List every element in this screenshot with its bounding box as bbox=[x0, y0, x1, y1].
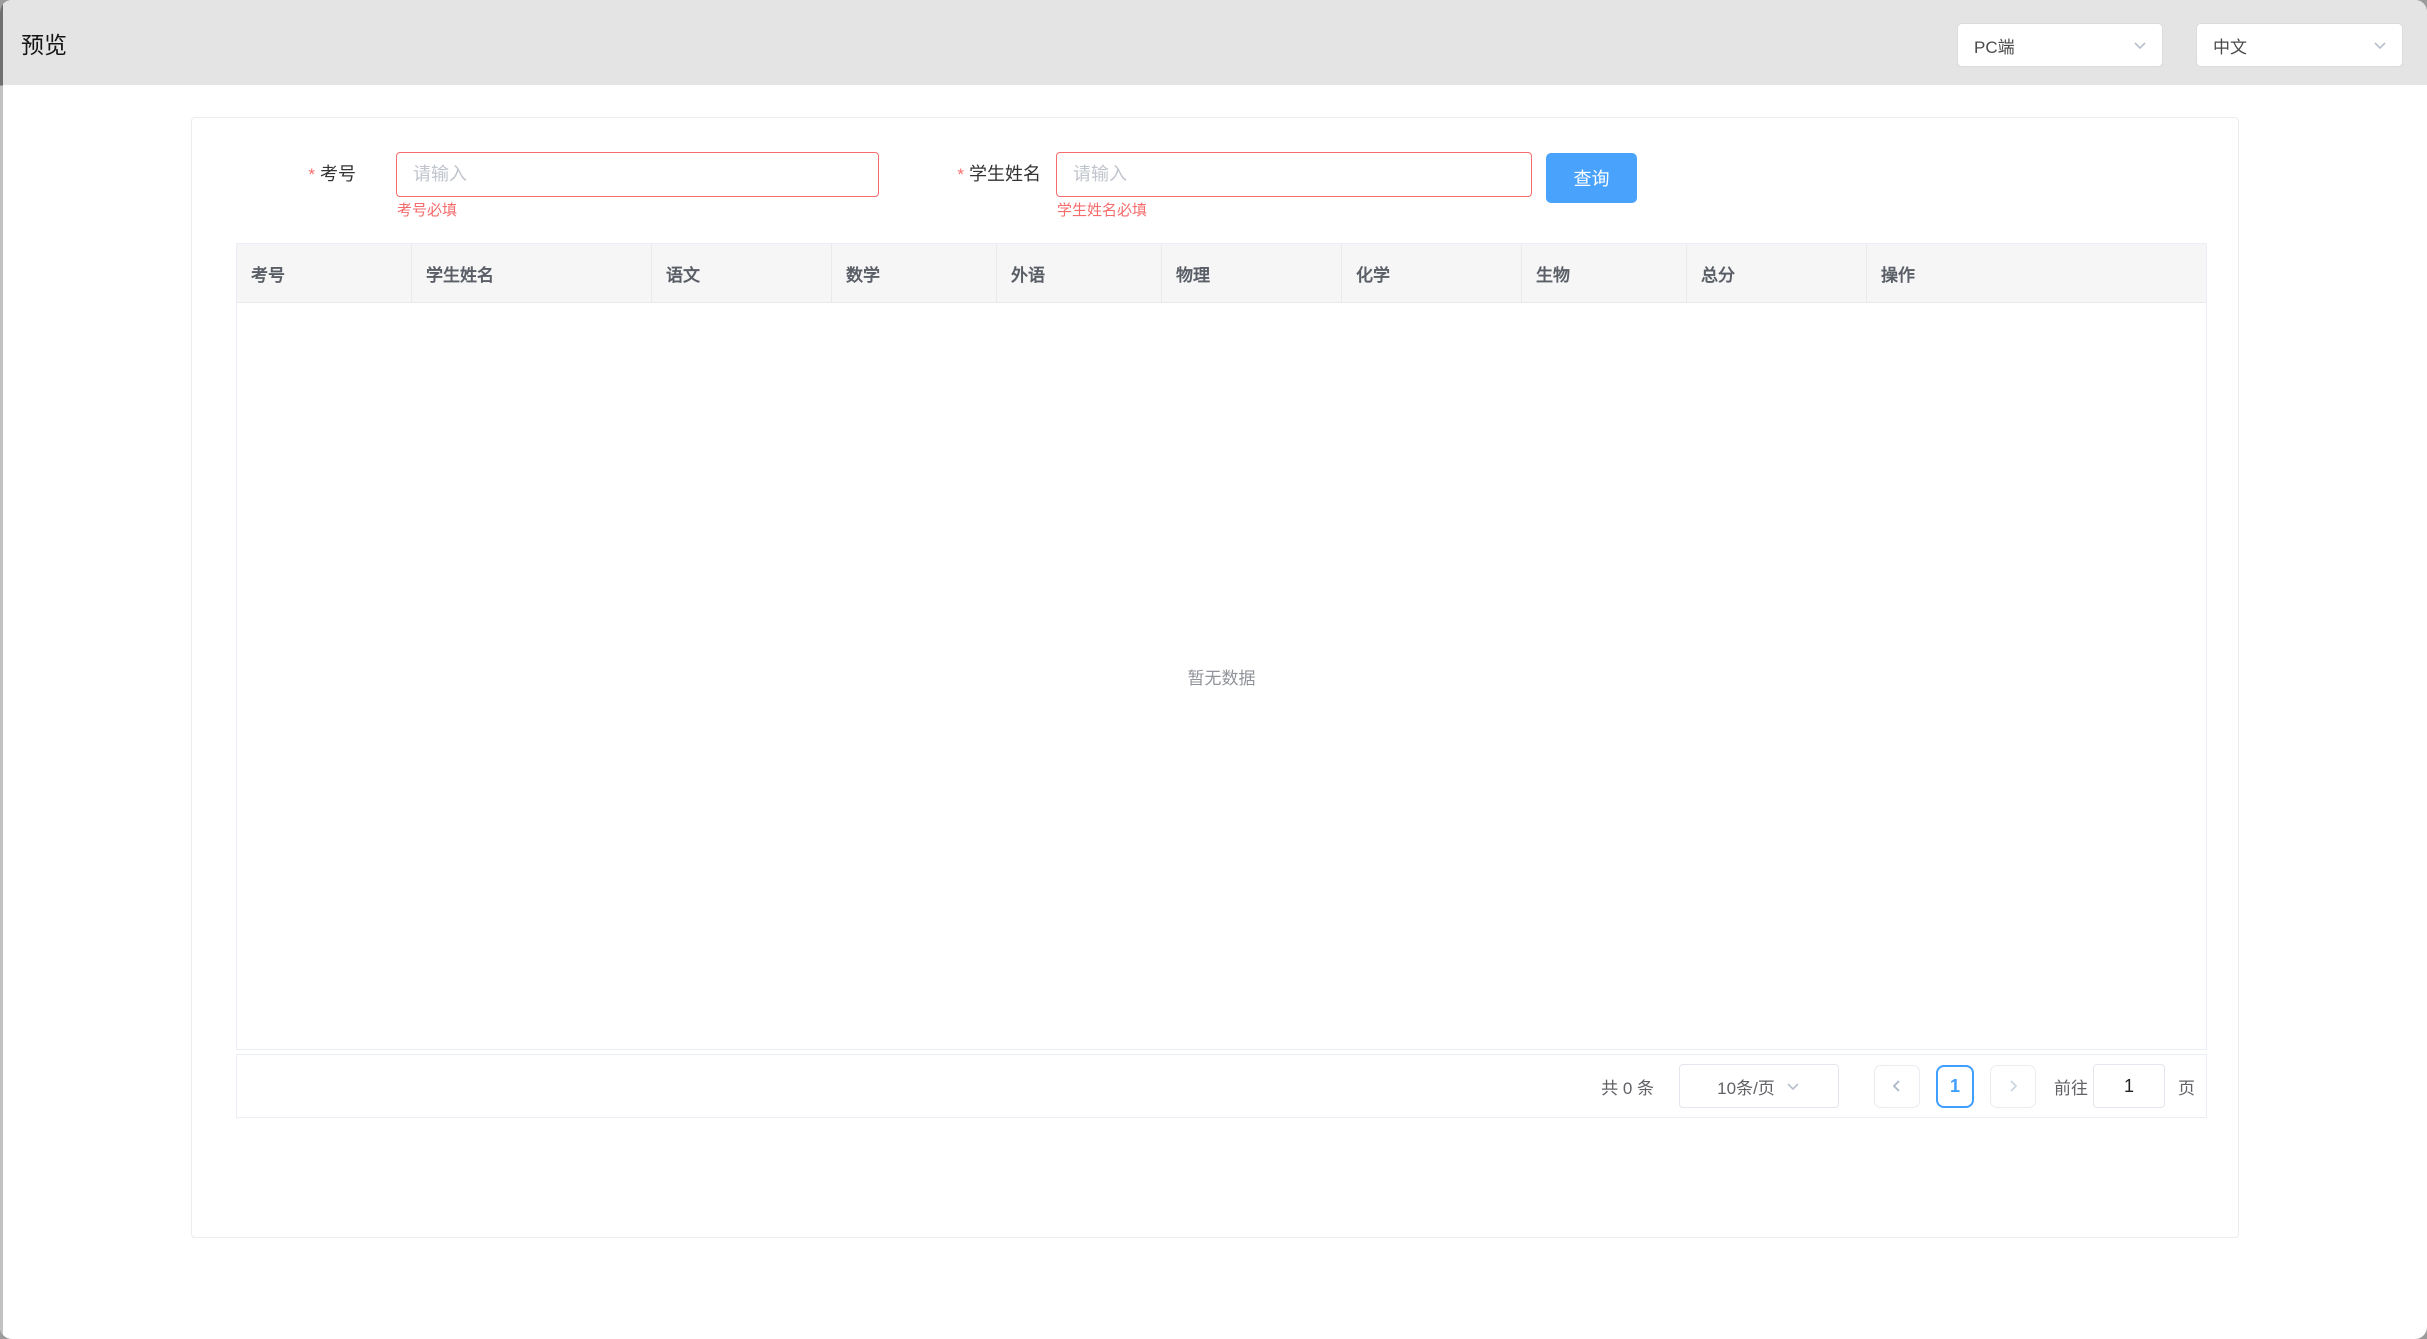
language-select[interactable]: 中文 bbox=[2196, 23, 2403, 67]
student-name-error: 学生姓名必填 bbox=[1057, 202, 1147, 220]
chevron-down-icon bbox=[2372, 37, 2388, 53]
column-header: 学生姓名 bbox=[412, 244, 652, 302]
chevron-down-icon bbox=[2132, 37, 2148, 53]
column-header: 生物 bbox=[1522, 244, 1687, 302]
column-header: 物理 bbox=[1162, 244, 1342, 302]
column-header: 数学 bbox=[832, 244, 997, 302]
total-count-text: 共 0 条 bbox=[1601, 1074, 1654, 1099]
column-header: 语文 bbox=[652, 244, 832, 302]
page-unit-label: 页 bbox=[2178, 1074, 2195, 1099]
column-header: 外语 bbox=[997, 244, 1162, 302]
required-asterisk: * bbox=[308, 165, 315, 184]
column-header: 总分 bbox=[1687, 244, 1867, 302]
screen-edge-artifact bbox=[0, 0, 3, 1339]
language-select-value: 中文 bbox=[2213, 33, 2247, 58]
goto-page-input[interactable] bbox=[2093, 1064, 2165, 1108]
page-title: 预览 bbox=[21, 26, 67, 60]
app-header: 预览 PC端 中文 bbox=[0, 0, 2427, 85]
exam-no-input[interactable] bbox=[396, 152, 879, 197]
table-body: 暂无数据 bbox=[237, 303, 2206, 1049]
column-header: 化学 bbox=[1342, 244, 1522, 302]
device-select[interactable]: PC端 bbox=[1957, 23, 2163, 67]
page-size-select[interactable]: 10条/页 bbox=[1679, 1064, 1839, 1108]
student-name-label: *学生姓名 bbox=[878, 152, 1056, 197]
search-button[interactable]: 查询 bbox=[1546, 153, 1637, 203]
results-table: 考号 学生姓名 语文 数学 外语 物理 化学 生物 总分 操作 暂无数据 bbox=[236, 243, 2207, 1050]
column-header: 操作 bbox=[1867, 244, 2206, 302]
app-window: 预览 PC端 中文 *考号 考号必填 *学生姓名 学生姓名必填 查询 bbox=[0, 0, 2427, 1339]
chevron-right-icon bbox=[2005, 1078, 2021, 1094]
next-page-button[interactable] bbox=[1990, 1065, 2036, 1108]
student-name-input[interactable] bbox=[1056, 152, 1532, 197]
empty-data-text: 暂无数据 bbox=[1188, 664, 1256, 689]
exam-no-error: 考号必填 bbox=[397, 202, 457, 220]
goto-page-label: 前往 bbox=[2054, 1074, 2088, 1099]
page-size-value: 10条/页 bbox=[1717, 1074, 1775, 1099]
chevron-left-icon bbox=[1889, 1078, 1905, 1094]
pagination-bar: 共 0 条 10条/页 1 前往 页 bbox=[236, 1054, 2207, 1118]
required-asterisk: * bbox=[957, 165, 964, 184]
exam-no-label: *考号 bbox=[192, 152, 376, 197]
chevron-down-icon bbox=[1785, 1078, 1801, 1094]
prev-page-button[interactable] bbox=[1874, 1065, 1920, 1108]
table-header-row: 考号 学生姓名 语文 数学 外语 物理 化学 生物 总分 操作 bbox=[237, 244, 2206, 303]
column-header: 考号 bbox=[237, 244, 412, 302]
page-number-button[interactable]: 1 bbox=[1936, 1065, 1974, 1108]
device-select-value: PC端 bbox=[1974, 33, 2015, 58]
content-card: *考号 考号必填 *学生姓名 学生姓名必填 查询 考号 学生姓名 语文 数学 外… bbox=[191, 117, 2239, 1238]
